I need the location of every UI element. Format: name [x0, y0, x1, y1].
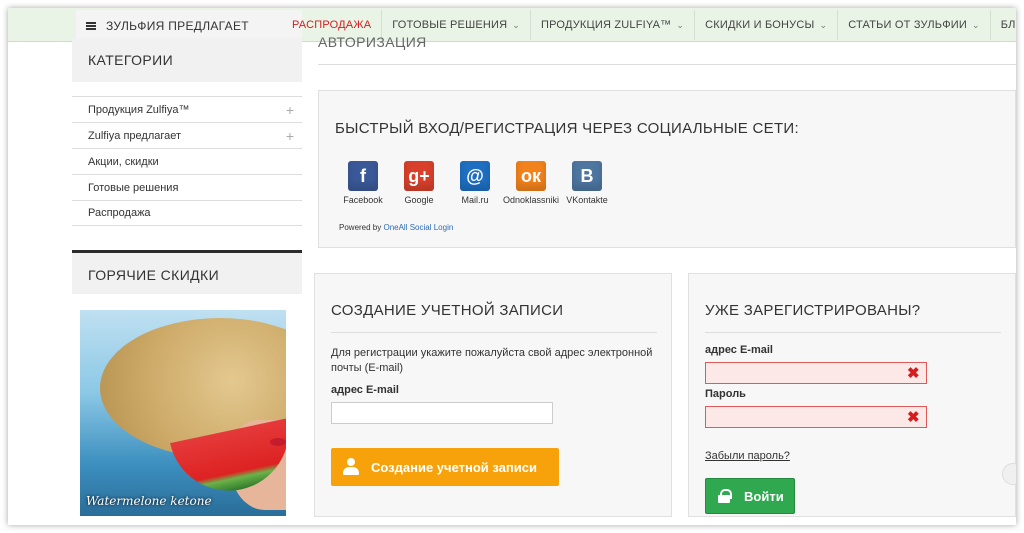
chevron-down-icon: ⌄ — [512, 19, 521, 30]
create-account-panel: СОЗДАНИЕ УЧЕТНОЙ ЗАПИСИ Для регистрации … — [314, 273, 672, 517]
social-login-mailru[interactable]: @ Mail.ru — [447, 161, 503, 205]
chevron-down-icon: ⌄ — [972, 19, 980, 30]
sidebar-category-label: Продукция Zulfiya™ — [88, 103, 190, 116]
sidebar-category-label: Распродажа — [88, 207, 151, 219]
categories-heading: КАТЕГОРИИ — [72, 38, 302, 82]
lock-icon — [718, 489, 732, 503]
odnoklassniki-icon: ок — [516, 161, 546, 191]
powered-by: Powered by OneAll Social Login — [339, 223, 453, 232]
social-login-title: БЫСТРЫЙ ВХОД/РЕГИСТРАЦИЯ ЧЕРЕЗ СОЦИАЛЬНЫ… — [335, 120, 799, 137]
oneall-link[interactable]: OneAll Social Login — [383, 223, 453, 232]
login-title: УЖЕ ЗАРЕГИСТРИРОВАНЫ? — [705, 302, 921, 319]
social-provider-label: VKontakte — [566, 195, 608, 205]
browser-viewport: ЗУЛЬФИЯ ПРЕДЛАГАЕТ РАСПРОДАЖА ГОТОВЫЕ РЕШ… — [8, 8, 1016, 525]
nav-item-label: СКИДКИ И БОНУСЫ — [705, 19, 815, 31]
expand-plus-icon[interactable]: + — [278, 97, 302, 122]
google-icon: g+ — [404, 161, 434, 191]
promo-banner[interactable]: Watermelone ketone — [80, 310, 286, 516]
sidebar-category-item[interactable]: Продукция Zulfiya™ + — [72, 96, 302, 122]
title-divider — [318, 64, 1016, 65]
login-button[interactable]: Войти — [705, 478, 795, 514]
nav-item-label: ПРОДУКЦИЯ ZULFIYA™ — [541, 19, 672, 31]
expand-plus-icon[interactable]: + — [278, 123, 302, 148]
promo-caption: Watermelone ketone — [86, 494, 212, 508]
social-providers: f Facebook g+ Google @ Mail.ru ок Odnoklassniki… — [335, 161, 615, 205]
social-login-panel: БЫСТРЫЙ ВХОД/РЕГИСТРАЦИЯ ЧЕРЕЗ СОЦИАЛЬНЫ… — [318, 90, 1016, 248]
hot-deals-heading: ГОРЯЧИЕ СКИДКИ — [72, 250, 302, 294]
social-provider-label: Odnoklassniki — [502, 195, 560, 205]
sidebar-category-item[interactable]: Распродажа — [72, 200, 302, 226]
social-provider-label: Google — [404, 195, 434, 205]
create-account-divider — [331, 332, 657, 333]
login-password-label: Пароль — [705, 388, 746, 400]
user-icon — [343, 458, 359, 476]
sidebar-category-label: Акции, скидки — [88, 155, 159, 168]
sidebar-category-item[interactable]: Готовые решения — [72, 174, 302, 200]
social-login-google[interactable]: g+ Google — [391, 161, 447, 205]
social-login-facebook[interactable]: f Facebook — [335, 161, 391, 205]
top-nav: ЗУЛЬФИЯ ПРЕДЛАГАЕТ РАСПРОДАЖА ГОТОВЫЕ РЕШ… — [8, 8, 1016, 42]
categories-list: Продукция Zulfiya™ + Zulfiya предлагает + Ак… — [72, 96, 302, 226]
login-divider — [705, 332, 1001, 333]
social-provider-label: Facebook — [343, 195, 383, 205]
sidebar-category-label: Готовые решения — [88, 181, 179, 194]
nav-item-5[interactable]: БЛОГ — [991, 10, 1016, 40]
create-account-button[interactable]: Создание учетной записи — [331, 448, 559, 486]
create-account-button-label: Создание учетной записи — [371, 459, 537, 475]
nav-menu-label: ЗУЛЬФИЯ ПРЕДЛАГАЕТ — [106, 19, 249, 33]
promo-lips-graphic — [270, 438, 286, 446]
sidebar-category-item[interactable]: Zulfiya предлагает + — [72, 122, 302, 148]
nav-item-label: СТАТЬИ ОТ ЗУЛЬФИИ — [848, 19, 967, 31]
sidebar-category-item[interactable]: Акции, скидки — [72, 148, 302, 174]
create-email-input[interactable] — [331, 402, 553, 424]
create-email-label: адрес E-mail — [331, 384, 399, 396]
login-email-label: адрес E-mail — [705, 344, 773, 356]
nav-item-label: РАСПРОДАЖА — [292, 19, 372, 31]
create-account-title: СОЗДАНИЕ УЧЕТНОЙ ЗАПИСИ — [331, 302, 564, 319]
nav-item-3[interactable]: СКИДКИ И БОНУСЫ ⌄ — [695, 10, 839, 40]
email-error-icon: ✖ — [907, 365, 920, 382]
chevron-down-icon: ⌄ — [819, 19, 828, 30]
create-account-description: Для регистрации укажите пожалуйста свой … — [331, 347, 653, 374]
forgot-password-link[interactable]: Забыли пароль? — [705, 450, 790, 462]
login-button-label: Войти — [744, 488, 784, 504]
nav-item-2[interactable]: ПРОДУКЦИЯ ZULFIYA™ ⌄ — [531, 10, 696, 40]
mailru-icon: @ — [460, 161, 490, 191]
login-panel: УЖЕ ЗАРЕГИСТРИРОВАНЫ? адрес E-mail ✖ Пар… — [688, 273, 1016, 517]
password-error-icon: ✖ — [907, 409, 920, 426]
page-title: АВТОРИЗАЦИЯ — [318, 34, 427, 50]
facebook-icon: f — [348, 161, 378, 191]
hamburger-icon — [86, 22, 96, 30]
nav-item-4[interactable]: СТАТЬИ ОТ ЗУЛЬФИИ ⌄ — [838, 10, 991, 40]
social-login-odnoklassniki[interactable]: ок Odnoklassniki — [503, 161, 559, 205]
social-provider-label: Mail.ru — [461, 195, 489, 205]
login-email-input[interactable] — [705, 362, 927, 384]
social-login-vkontakte[interactable]: B VKontakte — [559, 161, 615, 205]
powered-prefix: Powered by — [339, 223, 384, 232]
nav-item-label: БЛОГ — [1000, 19, 1016, 31]
chevron-down-icon: ⌄ — [676, 19, 685, 30]
login-password-input[interactable] — [705, 406, 927, 428]
sidebar-category-label: Zulfiya предлагает — [88, 129, 182, 142]
nav-item-label: ГОТОВЫЕ РЕШЕНИЯ — [392, 19, 508, 31]
vkontakte-icon: B — [572, 161, 602, 191]
